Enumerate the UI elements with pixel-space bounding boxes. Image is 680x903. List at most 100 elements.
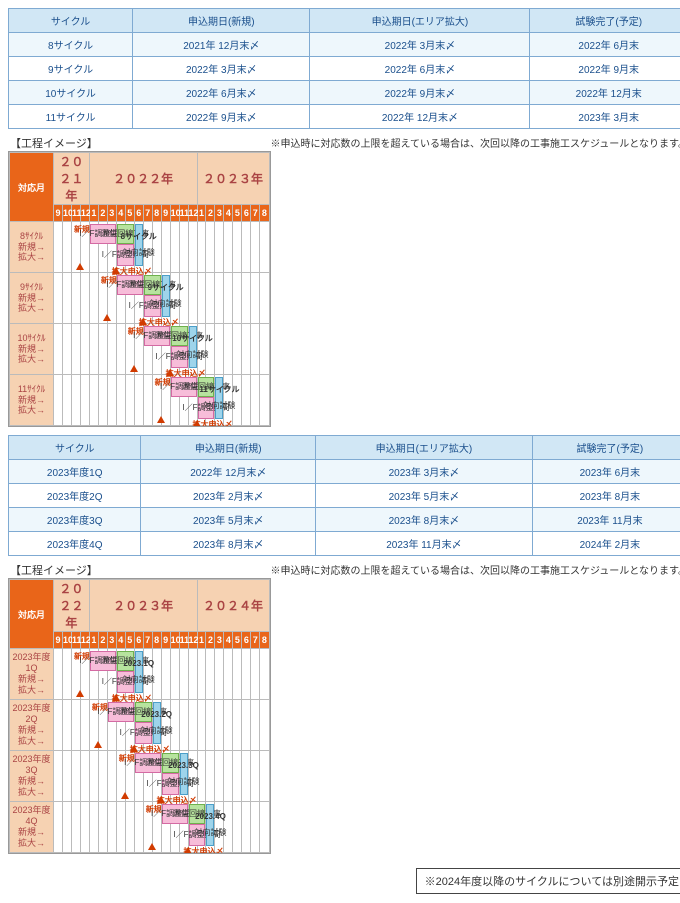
gantt-cell [71,375,80,426]
schedule-table-1: サイクル 申込期日(新規) 申込期日(エリア拡大) 試験完了(予定) 8サイクル… [8,8,680,129]
gantt-cell [197,222,206,273]
gantt-cell [116,802,125,853]
month-1: 1 [89,632,98,649]
gantt-cell [260,273,269,324]
schedule-table-2: サイクル 申込期日(新規) 申込期日(エリア拡大) 試験完了(予定) 2023年… [8,435,680,556]
gantt-cell [251,649,260,700]
month-7: 7 [251,632,260,649]
gantt-cell [215,273,224,324]
gantt-cell [242,700,251,751]
gantt-cell [54,802,63,853]
gantt-cell [224,649,233,700]
gantt-cell [170,222,179,273]
month-8: 8 [152,205,161,222]
gantt-cell [152,222,161,273]
gantt-rowlabel: 2023年度4Q新規→拡大→ [10,802,54,853]
gantt-cell [125,802,134,853]
month-12: 12 [80,205,89,222]
gantt-cell [98,324,107,375]
month-1: 1 [89,205,98,222]
gantt-cell [89,751,98,802]
gantt-cell [242,802,251,853]
gantt-cell [242,324,251,375]
gantt-cell: I／F調整期間 [116,273,125,324]
t2h2: 申込期日(エリア拡大) [316,436,533,460]
month-4: 4 [116,205,125,222]
t1r0c1: 2021年 12月末〆 [133,33,310,57]
gantt-cell: I／F調整期間 [161,802,170,853]
gantt-cell [206,751,215,802]
gantt-cell [116,324,125,375]
gantt-cell [107,375,116,426]
gantt-cell [125,375,134,426]
t2r3c2: 2023年 11月末〆 [316,532,533,556]
gantt-cell [215,222,224,273]
gantt-cell [80,324,89,375]
month-12: 12 [80,632,89,649]
gantt-cell [80,802,89,853]
gantt-cell [80,375,89,426]
gantt-cell [233,222,242,273]
month-1: 1 [197,205,206,222]
t2r2c2: 2023年 8月末〆 [316,508,533,532]
t1r2c2: 2022年 9月末〆 [310,81,530,105]
gantt-cell [89,324,98,375]
gantt-cell [251,802,260,853]
t1r3c0: 11サイクル [9,105,133,129]
gantt-cell [134,802,143,853]
month-8: 8 [152,632,161,649]
gantt-cell [260,700,269,751]
month-8: 8 [260,205,269,222]
month-3: 3 [215,205,224,222]
g2y2: ２０２３年 [89,580,197,632]
gantt-cell: I／F調整期間 [89,222,98,273]
gantt-cell [224,273,233,324]
gantt-cell [62,802,71,853]
gantt-cell [188,649,197,700]
month-3: 3 [107,205,116,222]
t2h0: サイクル [9,436,141,460]
gantt-cell [188,273,197,324]
gantt-cell [54,700,63,751]
month-6: 6 [242,632,251,649]
month-10: 10 [170,632,179,649]
t2r2c1: 2023年 5月末〆 [141,508,316,532]
gantt-cell [251,700,260,751]
gantt-cell [54,273,63,324]
gantt-cell [107,751,116,802]
gantt2-note: ※申込時に対応数の上限を超えている場合は、次回以降の工事施工スケジュールとなりま… [271,562,680,577]
t1r0c0: 8サイクル [9,33,133,57]
gantt-cell [233,375,242,426]
month-6: 6 [134,632,143,649]
gantt-rowlabel: 9ｻｲｸﾙ新規→拡大→ [10,273,54,324]
gantt-cell [206,649,215,700]
gantt-rowlabel: 2023年度2Q新規→拡大→ [10,700,54,751]
footer-note: ※2024年度以降のサイクルについては別途開示予定 [416,868,680,894]
month-4: 4 [116,632,125,649]
gantt-cell [71,700,80,751]
t1r1c1: 2022年 3月末〆 [133,57,310,81]
g2y1: ２０２２年 [54,580,90,632]
gantt-cell [197,700,206,751]
gantt-cell [161,649,170,700]
gantt-cell [107,802,116,853]
month-2: 2 [206,632,215,649]
col-done: 試験完了(予定) [530,9,680,33]
gantt-cell [242,273,251,324]
gantt-bar: 11サイクル対向試験 [215,377,223,419]
gantt-bar: 2023.4Q対向試験 [206,804,214,846]
month-5: 5 [233,205,242,222]
gantt-cell: 8サイクル対向試験 [134,222,143,273]
gantt-cell [98,375,107,426]
t1r3c2: 2022年 12月末〆 [310,105,530,129]
gantt-cell [134,375,143,426]
gantt-cell [143,375,152,426]
gantt-cell [233,751,242,802]
gantt-cell [71,802,80,853]
gantt-cell: I／F調整期間 [134,751,143,802]
col-area: 申込期日(エリア拡大) [310,9,530,33]
month-2: 2 [98,632,107,649]
gantt-cell [62,700,71,751]
gantt-cell [233,802,242,853]
gantt1-note: ※申込時に対応数の上限を超えている場合は、次回以降の工事施工スケジュールとなりま… [271,135,680,150]
